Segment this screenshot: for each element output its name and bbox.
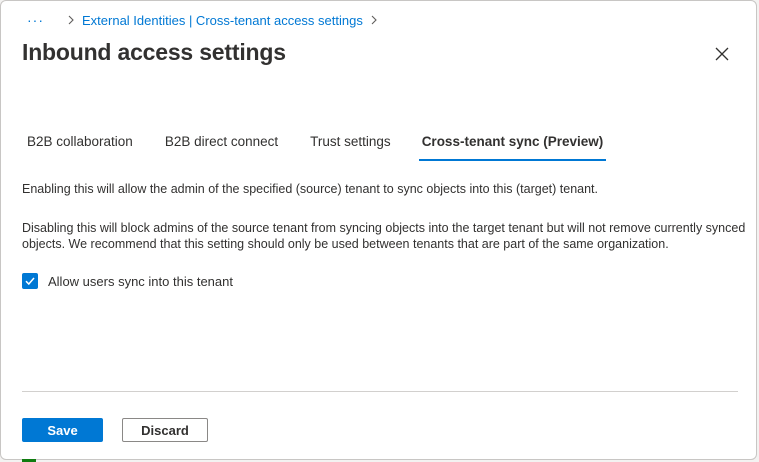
chevron-right-icon — [371, 15, 377, 25]
close-icon — [715, 47, 729, 61]
page-title: Inbound access settings — [22, 39, 286, 65]
save-button[interactable]: Save — [22, 418, 103, 442]
description-disabling: Disabling this will block admins of the … — [22, 221, 746, 251]
description-enabling: Enabling this will allow the admin of th… — [22, 182, 598, 196]
breadcrumb-ellipsis[interactable]: ··· — [27, 13, 44, 27]
checkmark-icon — [25, 277, 35, 286]
tab-trust-settings[interactable]: Trust settings — [310, 129, 391, 161]
footer-divider — [22, 391, 738, 392]
breadcrumb-link-external-identities[interactable]: External Identities | Cross-tenant acces… — [82, 13, 363, 28]
tab-cross-tenant-sync[interactable]: Cross-tenant sync (Preview) — [418, 129, 606, 161]
allow-users-sync-label: Allow users sync into this tenant — [48, 273, 233, 289]
close-button[interactable] — [711, 43, 733, 65]
discard-button[interactable]: Discard — [122, 418, 208, 442]
tab-bar: B2B collaboration B2B direct connect Tru… — [15, 129, 606, 161]
allow-users-sync-checkbox[interactable] — [22, 273, 38, 289]
tab-b2b-collaboration[interactable]: B2B collaboration — [27, 129, 133, 161]
inbound-access-settings-panel: ··· External Identities | Cross-tenant a… — [0, 0, 757, 460]
allow-users-sync-checkbox-row[interactable]: Allow users sync into this tenant — [22, 273, 233, 289]
tab-b2b-direct-connect[interactable]: B2B direct connect — [165, 129, 278, 161]
chevron-right-icon — [68, 15, 74, 25]
breadcrumb: ··· External Identities | Cross-tenant a… — [27, 11, 385, 29]
